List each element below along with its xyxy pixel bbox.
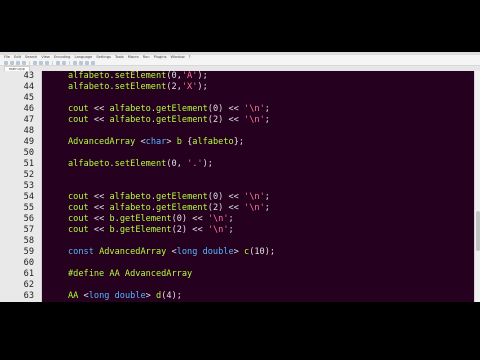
zoom-in-icon[interactable] [85, 60, 89, 65]
new-file-icon[interactable] [4, 60, 8, 65]
line-number: 49 [23, 137, 34, 147]
scrollbar-thumb[interactable] [476, 211, 480, 251]
open-file-icon[interactable] [10, 60, 14, 65]
code-line[interactable]: cout << alfabeto.getElement(2) << '\n'; [68, 203, 270, 214]
save-icon[interactable] [16, 60, 20, 65]
code-line[interactable]: alfabeto.setElement(0, '.'); [68, 159, 213, 170]
line-number: 44 [23, 82, 34, 92]
undo-icon[interactable] [56, 60, 60, 65]
line-number: 60 [23, 258, 34, 268]
zoom-out-icon[interactable] [91, 60, 95, 65]
line-number: 56 [23, 214, 34, 224]
line-number: 51 [23, 159, 34, 169]
line-number: 43 [23, 71, 34, 81]
find-icon[interactable] [73, 60, 77, 65]
vertical-scrollbar[interactable] [474, 71, 480, 302]
line-number: 62 [23, 280, 34, 290]
code-area[interactable]: alfabeto.setElement(0,'A'); alfabeto.setE… [42, 71, 474, 302]
line-number: 50 [23, 148, 34, 158]
line-number: 47 [23, 115, 34, 125]
code-line[interactable]: AA <long double> d(4); [68, 291, 182, 302]
code-line[interactable]: const AdvancedArray <long double> c(10); [68, 247, 275, 258]
code-line[interactable]: cout << alfabeto.getElement(0) << '\n'; [68, 192, 270, 203]
code-line[interactable]: cout << alfabeto.getElement(0) << '\n'; [68, 104, 270, 115]
line-number: 55 [23, 203, 34, 213]
redo-icon[interactable] [62, 60, 66, 65]
toolbar-separator [52, 60, 53, 65]
code-line[interactable]: #define AA AdvancedArray [68, 269, 192, 280]
line-number: 57 [23, 225, 34, 235]
cut-icon[interactable] [33, 60, 37, 65]
line-number: 48 [23, 126, 34, 136]
code-editor[interactable]: 43 44 45 46 47 48 49 50 51 52 53 54 55 56 57 58 59 60 61 62… [0, 71, 480, 302]
code-line[interactable]: alfabeto.setElement(2,'X'); [68, 82, 208, 93]
line-number: 54 [23, 192, 34, 202]
paste-icon[interactable] [45, 60, 49, 65]
line-number: 46 [23, 104, 34, 114]
line-number: 52 [23, 170, 34, 180]
line-number: 45 [23, 93, 34, 103]
line-number: 53 [23, 181, 34, 191]
toolbar-separator [69, 60, 70, 65]
line-number: 59 [23, 247, 34, 257]
code-line[interactable]: cout << alfabeto.getElement(2) << '\n'; [68, 115, 270, 126]
line-number-gutter: 43 44 45 46 47 48 49 50 51 52 53 54 55 56 57 58 59 60 61 62… [0, 71, 42, 302]
code-line[interactable]: AdvancedArray <char> b {alfabeto}; [68, 137, 244, 148]
line-number: 63 [23, 291, 34, 301]
code-line[interactable]: cout << b.getElement(2) << '\n'; [68, 225, 234, 236]
code-line[interactable]: alfabeto.setElement(0,'A'); [68, 71, 208, 82]
editor-window: File Edit Search View Encoding Language Settin… [0, 52, 480, 302]
save-all-icon[interactable] [22, 60, 26, 65]
code-line[interactable]: cout << b.getElement(0) << '\n'; [68, 214, 234, 225]
line-number: 61 [23, 269, 34, 279]
toolbar-separator [29, 60, 30, 65]
line-number: 58 [23, 236, 34, 246]
copy-icon[interactable] [39, 60, 43, 65]
replace-icon[interactable] [79, 60, 83, 65]
